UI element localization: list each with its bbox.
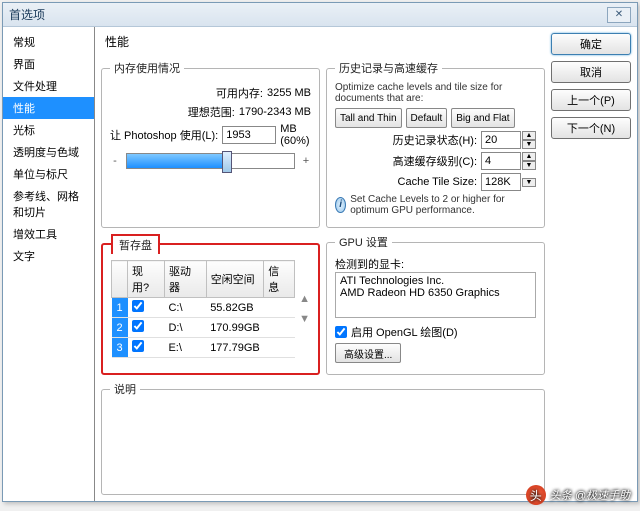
history-states-label: 历史记录状态(H):	[393, 132, 477, 148]
scratch-legend: 暂存盘	[111, 234, 160, 254]
memory-legend: 内存使用情况	[110, 60, 184, 76]
next-button[interactable]: 下一个(N)	[551, 117, 631, 139]
avail-mem-label: 可用内存:	[216, 85, 263, 101]
prev-button[interactable]: 上一个(P)	[551, 89, 631, 111]
enable-opengl-label: 启用 OpenGL 绘图(D)	[351, 324, 458, 340]
slider-fill	[127, 154, 227, 168]
description-group: 说明	[101, 381, 545, 495]
watermark-logo-icon: 头	[526, 485, 546, 505]
spin-down-icon[interactable]: ▼	[522, 161, 536, 170]
ps-memory-input[interactable]	[222, 126, 276, 144]
col-info[interactable]: 信息	[264, 261, 295, 298]
preset-tall-button[interactable]: Tall and Thin	[335, 108, 402, 128]
sidebar-item-interface[interactable]: 界面	[3, 53, 94, 75]
table-row[interactable]: 1 C:\ 55.82GB	[112, 298, 295, 318]
slider-thumb[interactable]	[222, 151, 232, 173]
cache-tile-select[interactable]	[481, 173, 521, 191]
cache-tile-label: Cache Tile Size:	[398, 176, 477, 188]
scratch-disk-table: 现用? 驱动器 空闲空间 信息 1 C:\ 55.82GB	[111, 260, 295, 358]
sidebar-item-performance[interactable]: 性能	[3, 97, 94, 119]
avail-mem-value: 3255 MB	[267, 87, 311, 99]
sidebar-item-cursors[interactable]: 光标	[3, 119, 94, 141]
close-icon[interactable]: ✕	[607, 7, 631, 23]
sidebar-item-transparency[interactable]: 透明度与色域	[3, 141, 94, 163]
table-row[interactable]: 2 D:\ 170.99GB	[112, 318, 295, 338]
spin-down-icon[interactable]: ▼	[522, 140, 536, 149]
ok-button[interactable]: 确定	[551, 33, 631, 55]
window-controls: ✕	[605, 7, 631, 23]
page-title: 性能	[105, 33, 545, 50]
dialog-buttons: 确定 取消 上一个(P) 下一个(N)	[551, 31, 631, 495]
dropdown-icon[interactable]: ▼	[522, 178, 536, 187]
preset-default-button[interactable]: Default	[406, 108, 448, 128]
description-legend: 说明	[110, 381, 140, 397]
history-legend: 历史记录与高速缓存	[335, 60, 442, 76]
ideal-range-value: 1790-2343 MB	[239, 106, 311, 118]
spin-up-icon[interactable]: ▲	[522, 131, 536, 140]
ps-memory-unit: MB (60%)	[280, 123, 311, 147]
table-header-row: 现用? 驱动器 空闲空间 信息	[112, 261, 295, 298]
ideal-range-label: 理想范围:	[188, 104, 235, 120]
cancel-button[interactable]: 取消	[551, 61, 631, 83]
disk-active-checkbox[interactable]	[132, 320, 144, 332]
cache-levels-input[interactable]	[481, 152, 521, 170]
preset-bigflat-button[interactable]: Big and Flat	[451, 108, 514, 128]
spin-up-icon[interactable]: ▲	[522, 152, 536, 161]
gpu-list: ATI Technologies Inc. AMD Radeon HD 6350…	[335, 272, 536, 318]
slider-minus-icon: -	[110, 155, 120, 167]
disk-active-checkbox[interactable]	[132, 300, 144, 312]
slider-plus-icon: +	[301, 155, 311, 167]
col-free[interactable]: 空闲空间	[206, 261, 264, 298]
ps-use-label: 让 Photoshop 使用(L):	[110, 127, 218, 143]
gpu-detected-label: 检测到的显卡:	[335, 256, 536, 272]
preferences-window: 首选项 ✕ 常规 界面 文件处理 性能 光标 透明度与色域 单位与标尺 参考线、…	[2, 2, 638, 502]
sidebar-item-units[interactable]: 单位与标尺	[3, 163, 94, 185]
history-states-input[interactable]	[481, 131, 521, 149]
scratch-disks-group: 暂存盘 现用? 驱动器 空闲空间 信息	[101, 234, 320, 375]
history-cache-group: 历史记录与高速缓存 Optimize cache levels and tile…	[326, 60, 545, 228]
category-sidebar: 常规 界面 文件处理 性能 光标 透明度与色域 单位与标尺 参考线、网格和切片 …	[3, 27, 95, 501]
info-icon: i	[335, 197, 346, 213]
memory-group: 内存使用情况 可用内存: 3255 MB 理想范围: 1790-2343 MB …	[101, 60, 320, 228]
sidebar-item-general[interactable]: 常规	[3, 31, 94, 53]
titlebar: 首选项 ✕	[3, 3, 637, 27]
sidebar-item-filehandling[interactable]: 文件处理	[3, 75, 94, 97]
col-drive[interactable]: 驱动器	[164, 261, 206, 298]
window-title: 首选项	[9, 6, 45, 23]
cache-levels-label: 高速缓存级别(C):	[393, 153, 477, 169]
table-row[interactable]: 3 E:\ 177.79GB	[112, 338, 295, 358]
gpu-model: AMD Radeon HD 6350 Graphics	[340, 287, 531, 299]
sidebar-item-type[interactable]: 文字	[3, 245, 94, 267]
disk-active-checkbox[interactable]	[132, 340, 144, 352]
cache-hint: Set Cache Levels to 2 or higher for opti…	[350, 194, 536, 216]
sidebar-item-guides[interactable]: 参考线、网格和切片	[3, 185, 94, 223]
gpu-advanced-button[interactable]: 高级设置...	[335, 343, 401, 363]
gpu-legend: GPU 设置	[335, 234, 392, 250]
watermark: 头 头条 @极速手助	[526, 485, 630, 505]
cache-desc: Optimize cache levels and tile size for …	[335, 82, 536, 104]
move-up-icon[interactable]: ▲	[299, 293, 310, 305]
enable-opengl-checkbox[interactable]	[335, 326, 347, 338]
sidebar-item-plugins[interactable]: 增效工具	[3, 223, 94, 245]
gpu-vendor: ATI Technologies Inc.	[340, 275, 531, 287]
watermark-text: 头条 @极速手助	[550, 487, 630, 503]
reorder-arrows: ▲ ▼	[299, 260, 310, 358]
col-active[interactable]: 现用?	[128, 261, 165, 298]
move-down-icon[interactable]: ▼	[299, 313, 310, 325]
gpu-settings-group: GPU 设置 检测到的显卡: ATI Technologies Inc. AMD…	[326, 234, 545, 375]
memory-slider[interactable]	[126, 153, 295, 169]
